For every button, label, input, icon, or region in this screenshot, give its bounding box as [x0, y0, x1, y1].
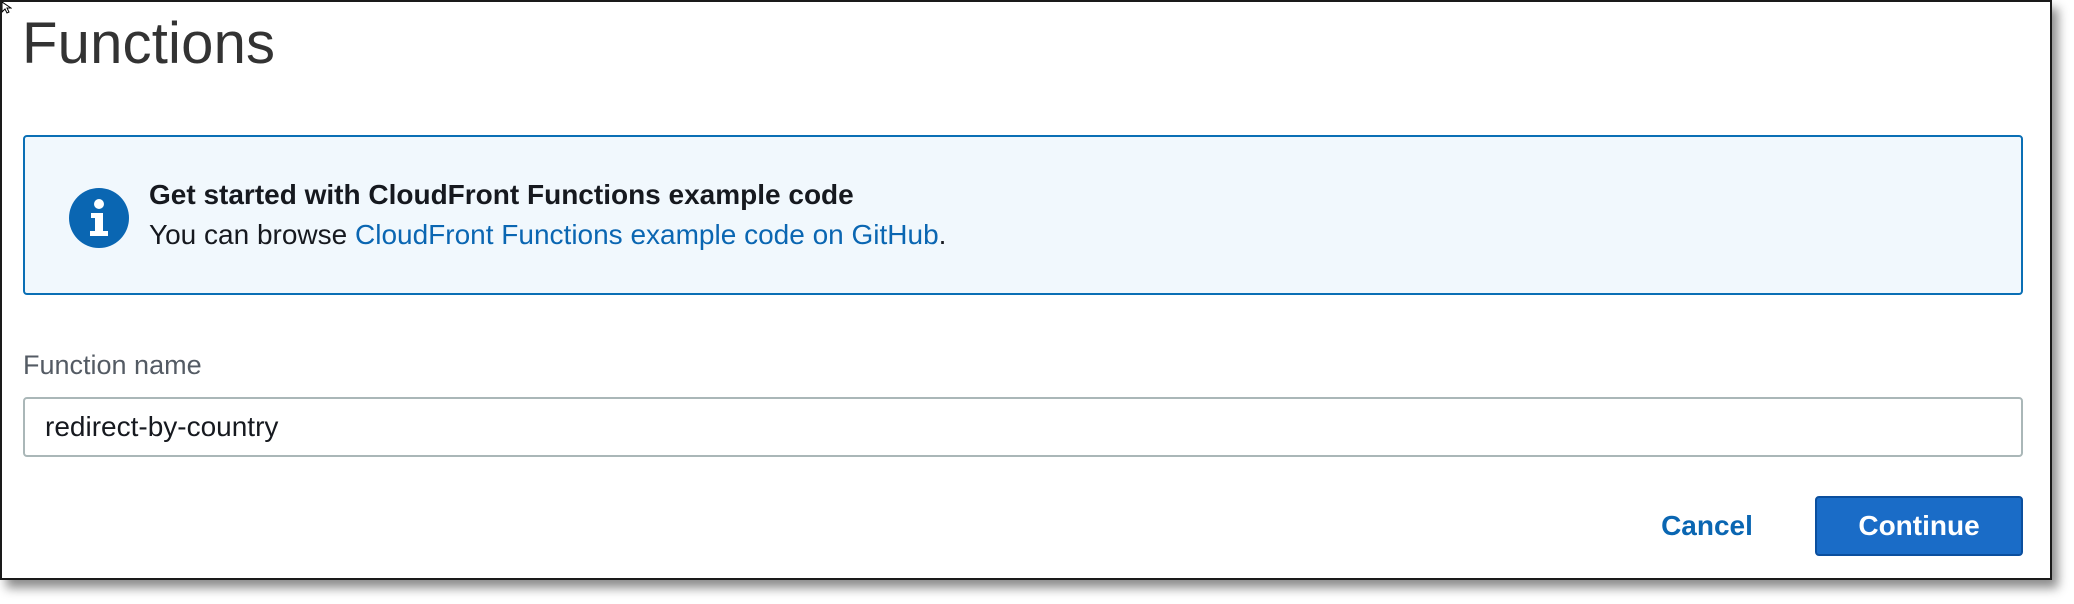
info-alert-text-suffix: . — [938, 219, 947, 250]
function-name-input[interactable] — [23, 397, 2023, 457]
function-name-label: Function name — [23, 350, 202, 380]
page-title: Functions — [22, 11, 276, 76]
info-icon — [69, 188, 129, 248]
github-examples-link[interactable]: CloudFront Functions example code on Git… — [355, 219, 939, 250]
create-function-panel: Functions Get started with CloudFront Fu… — [0, 0, 2052, 580]
info-alert-title: Get started with CloudFront Functions ex… — [149, 179, 854, 210]
continue-button[interactable]: Continue — [1815, 496, 2023, 556]
info-alert-text: You can browse CloudFront Functions exam… — [149, 219, 946, 251]
info-alert-text-prefix: You can browse — [149, 219, 355, 250]
mouse-cursor-icon — [2, 2, 12, 14]
info-alert: Get started with CloudFront Functions ex… — [23, 135, 2023, 295]
cancel-button[interactable]: Cancel — [1632, 496, 1782, 556]
